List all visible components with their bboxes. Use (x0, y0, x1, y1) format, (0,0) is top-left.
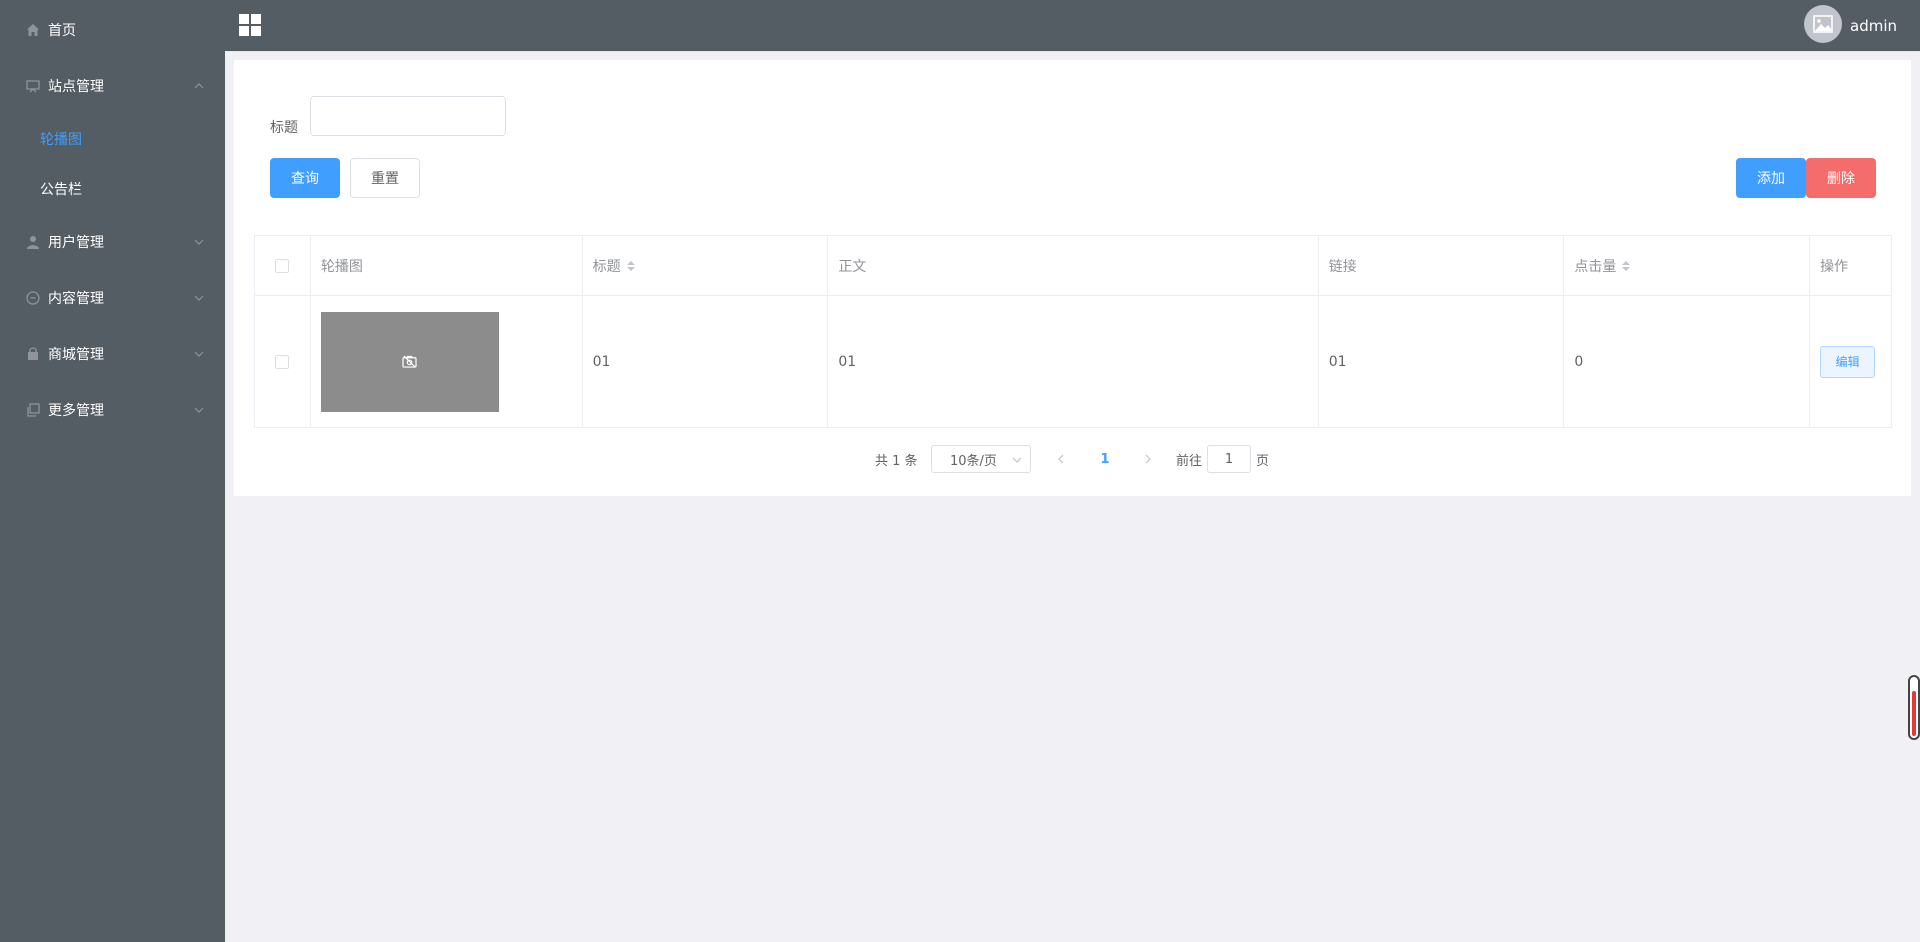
header-select-cell (255, 236, 311, 295)
image-icon (1813, 15, 1833, 33)
scroll-indicator[interactable] (1908, 675, 1920, 740)
row-checkbox[interactable] (275, 354, 290, 369)
sidebar-item-home[interactable]: 首页 (0, 2, 225, 58)
column-header-link: 链接 (1319, 236, 1565, 295)
user-icon (24, 233, 42, 251)
data-table: 轮播图 标题 正文 链接 点击量 操作 01 01 01 0 编辑 (254, 235, 1892, 428)
page-size-select[interactable]: 10条/页 (931, 445, 1031, 473)
column-header-label: 标题 (592, 258, 621, 275)
carousel-image[interactable] (320, 311, 499, 412)
column-header-clicks[interactable]: 点击量 (1564, 236, 1811, 295)
reset-button[interactable]: 重置 (350, 158, 420, 198)
avatar[interactable] (1804, 5, 1842, 43)
prev-page-button[interactable] (1051, 449, 1071, 469)
chat-icon (24, 289, 42, 307)
table-row: 01 01 01 0 编辑 (255, 296, 1891, 427)
cell-content: 01 (828, 296, 1319, 427)
pagination: 共 1 条 10条/页 1 前往 页 (234, 445, 1911, 473)
chevron-up-icon (193, 80, 205, 92)
main-card: 标题 查询 重置 添加 删除 轮播图 标题 正文 链接 点击量 操作 01 01… (234, 60, 1911, 496)
next-page-button[interactable] (1138, 449, 1158, 469)
goto-label: 前往 (1176, 454, 1203, 469)
scroll-indicator-fill (1912, 691, 1916, 736)
sidebar-item-more-management[interactable]: 更多管理 (0, 382, 225, 438)
chevron-down-icon (193, 292, 205, 304)
sidebar-item-label: 首页 (48, 23, 76, 39)
image-broken-icon (402, 355, 418, 368)
chevron-down-icon (193, 348, 205, 360)
sidebar-item-label: 更多管理 (48, 403, 104, 419)
goto-page-input[interactable] (1207, 445, 1251, 473)
grid-menu-icon[interactable] (239, 14, 261, 36)
query-button[interactable]: 查询 (270, 158, 340, 198)
page-number[interactable]: 1 (1095, 449, 1115, 469)
home-icon (24, 21, 42, 39)
select-all-checkbox[interactable] (275, 258, 290, 273)
sidebar-item-site-management[interactable]: 站点管理 (0, 58, 225, 114)
sidebar-item-label: 内容管理 (48, 291, 104, 307)
carousel-image-cell (311, 296, 583, 427)
column-header-label: 点击量 (1574, 258, 1617, 275)
shop-icon (24, 345, 42, 363)
sidebar-subitem-notice[interactable]: 公告栏 (0, 164, 225, 214)
cell-link: 01 (1319, 296, 1565, 427)
title-label: 标题 (270, 120, 298, 136)
add-button[interactable]: 添加 (1736, 158, 1806, 198)
column-header-title[interactable]: 标题 (583, 236, 829, 295)
column-header-actions: 操作 (1820, 258, 1849, 275)
column-header-content: 正文 (828, 236, 1319, 295)
delete-button[interactable]: 删除 (1806, 158, 1876, 198)
sidebar-item-label: 站点管理 (48, 79, 104, 95)
chevron-down-icon (193, 404, 205, 416)
sidebar-item-label: 商城管理 (48, 347, 104, 363)
sidebar-item-label: 用户管理 (48, 235, 104, 251)
chevron-down-icon (1012, 454, 1022, 464)
pagination-total: 共 1 条 (875, 454, 918, 469)
sidebar-subitem-carousel[interactable]: 轮播图 (0, 114, 225, 164)
page-suffix-label: 页 (1256, 454, 1270, 469)
title-input[interactable] (310, 96, 506, 136)
sidebar-item-content-management[interactable]: 内容管理 (0, 270, 225, 326)
cell-title: 01 (583, 296, 829, 427)
monitor-icon (24, 77, 42, 95)
sidebar: 首页 站点管理 轮播图 公告栏 用户管理 内容管理 商城管理 更多管理 (0, 0, 225, 942)
top-header: admin (225, 0, 1920, 52)
chevron-right-icon (1145, 454, 1151, 464)
sidebar-item-user-management[interactable]: 用户管理 (0, 214, 225, 270)
table-header-row: 轮播图 标题 正文 链接 点击量 操作 (255, 236, 1891, 296)
column-header-carousel: 轮播图 (311, 236, 583, 295)
sort-icon[interactable] (1622, 260, 1631, 271)
chevron-down-icon (193, 236, 205, 248)
row-select-cell (255, 296, 311, 427)
copy-icon (24, 401, 42, 419)
edit-button[interactable]: 编辑 (1820, 345, 1876, 378)
sort-icon[interactable] (626, 260, 635, 271)
cell-actions: 编辑 (1810, 296, 1891, 427)
chevron-left-icon (1058, 454, 1064, 464)
page-size-value: 10条/页 (950, 453, 997, 469)
cell-clicks: 0 (1564, 296, 1811, 427)
username[interactable]: admin (1850, 17, 1897, 35)
sidebar-item-shop-management[interactable]: 商城管理 (0, 326, 225, 382)
